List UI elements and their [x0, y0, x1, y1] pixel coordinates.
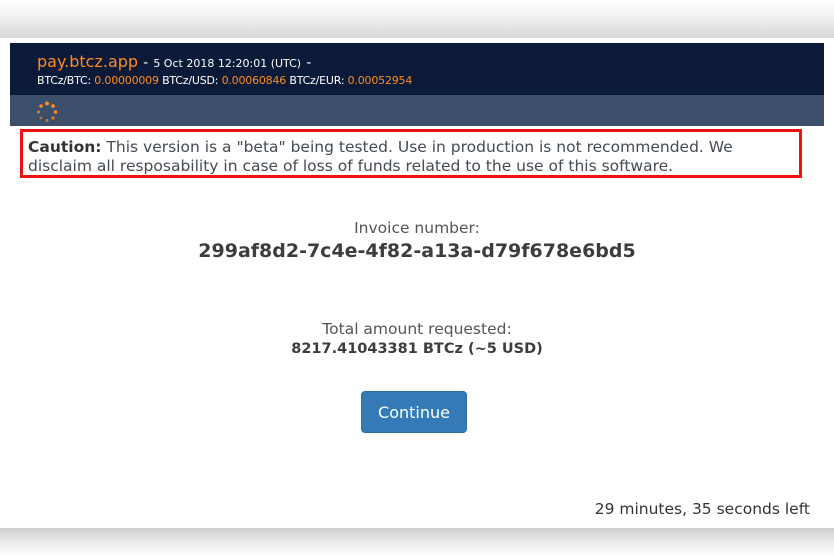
continue-button[interactable]: Continue — [361, 391, 467, 433]
payment-card: pay.btcz.app - 5 Oct 2018 12:20:01 (UTC)… — [10, 43, 824, 528]
rate-usd-value: 0.00060846 — [221, 74, 287, 87]
header-title-line: pay.btcz.app - 5 Oct 2018 12:20:01 (UTC)… — [37, 52, 311, 71]
total-amount-label: Total amount requested: — [322, 320, 512, 338]
title-separator: - — [143, 55, 149, 71]
invoice-number-label: Invoice number: — [354, 219, 480, 237]
time-remaining: 29 minutes, 35 seconds left — [594, 500, 810, 518]
title-trailing-separator: - — [306, 55, 312, 71]
bottom-shadow — [0, 528, 834, 557]
loading-spinner-icon — [37, 101, 58, 122]
header-bar: pay.btcz.app - 5 Oct 2018 12:20:01 (UTC)… — [10, 43, 824, 95]
top-shadow — [0, 0, 834, 38]
total-amount-value: 8217.41043381 BTCz (~5 USD) — [291, 341, 543, 357]
rate-eur-label: BTCz/EUR: — [289, 74, 345, 87]
page: pay.btcz.app - 5 Oct 2018 12:20:01 (UTC)… — [0, 0, 834, 557]
rate-btc-value: 0.00000009 — [94, 74, 159, 87]
rate-usd-label: BTCz/USD: — [162, 74, 219, 87]
caution-label: Caution: — [28, 138, 102, 156]
rate-btc-label: BTCz/BTC: — [37, 74, 91, 87]
exchange-rates-line: BTCz/BTC: 0.00000009 BTCz/USD: 0.0006084… — [37, 74, 412, 87]
caution-notice: Caution: This version is a "beta" being … — [20, 129, 802, 178]
rates-timestamp: 5 Oct 2018 12:20:01 (UTC) — [153, 57, 302, 70]
invoice-number-value: 299af8d2-7c4e-4f82-a13a-d79f678e6bd5 — [198, 240, 636, 262]
caution-message: This version is a "beta" being tested. U… — [28, 138, 733, 175]
site-name-link[interactable]: pay.btcz.app — [37, 52, 138, 71]
status-subbar — [10, 95, 824, 126]
rate-eur-value: 0.00052954 — [347, 74, 413, 87]
